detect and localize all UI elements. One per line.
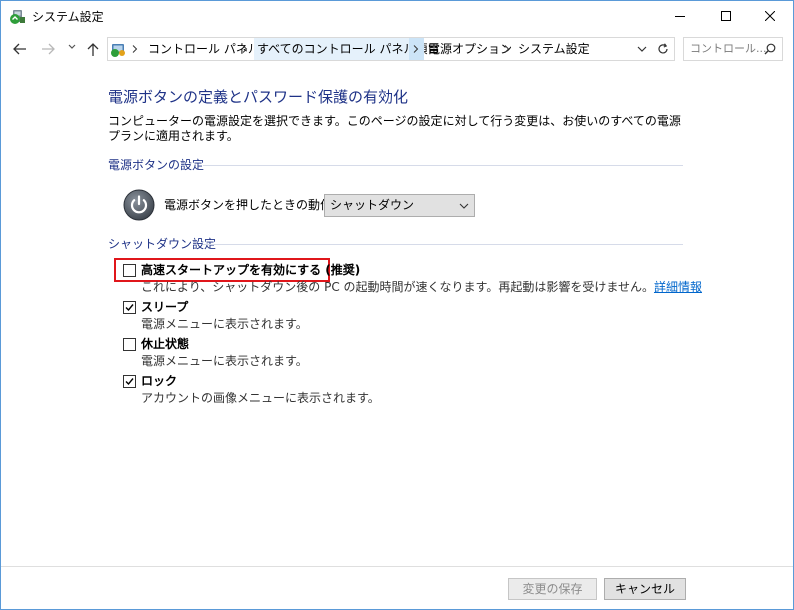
navigation-bar: コントロール パネル すべてのコントロール パネル項目 電源オプション システム… bbox=[1, 32, 793, 66]
sleep-label[interactable]: スリープ bbox=[141, 300, 188, 315]
close-button[interactable] bbox=[747, 1, 793, 32]
save-changes-button[interactable]: 変更の保存 bbox=[508, 578, 597, 600]
up-button[interactable] bbox=[84, 40, 104, 58]
sleep-description: 電源メニューに表示されます。 bbox=[141, 317, 308, 331]
forward-button[interactable] bbox=[38, 40, 58, 58]
power-icon bbox=[123, 189, 155, 221]
close-icon bbox=[765, 11, 775, 21]
hibernate-checkbox[interactable] bbox=[123, 338, 136, 351]
cancel-button[interactable]: キャンセル bbox=[604, 578, 686, 600]
lock-description: アカウントの画像メニューに表示されます。 bbox=[141, 391, 380, 405]
power-button-action-value: シャットダウン bbox=[330, 198, 415, 212]
footer-bar: 変更の保存 キャンセル bbox=[1, 566, 793, 609]
section-divider bbox=[203, 244, 683, 245]
breadcrumb-separator[interactable] bbox=[501, 42, 513, 56]
page-description: コンピューターの電源設定を選択できます。このページの設定に対して行う変更は、お使… bbox=[108, 114, 681, 143]
chevron-down-icon[interactable] bbox=[635, 42, 649, 56]
fast-startup-description-text: これにより、シャットダウン後の PC の起動時間が速くなります。再起動は影響を受… bbox=[141, 280, 654, 294]
search-placeholder: コントロール... bbox=[690, 42, 767, 55]
search-icon bbox=[764, 43, 776, 55]
breadcrumb-separator[interactable] bbox=[129, 42, 141, 56]
page-title: 電源ボタンの定義とパスワード保護の有効化 bbox=[108, 88, 409, 106]
section-divider bbox=[203, 165, 683, 166]
fast-startup-description: これにより、シャットダウン後の PC の起動時間が速くなります。再起動は影響を受… bbox=[141, 280, 702, 295]
breadcrumb-item-power-options[interactable]: 電源オプション bbox=[428, 42, 512, 57]
power-options-icon bbox=[10, 10, 25, 24]
chevron-right-icon bbox=[242, 45, 248, 53]
sleep-checkbox[interactable] bbox=[123, 301, 136, 314]
breadcrumb-separator[interactable] bbox=[239, 42, 251, 56]
fast-startup-label[interactable]: 高速スタートアップを有効にする (推奨) bbox=[141, 263, 360, 278]
recent-locations-button[interactable] bbox=[65, 41, 85, 59]
maximize-button[interactable] bbox=[703, 1, 749, 32]
back-arrow-icon bbox=[13, 43, 26, 55]
recent-locations-icon bbox=[68, 44, 76, 49]
shutdown-section-title: シャットダウン設定 bbox=[108, 237, 217, 251]
system-settings-window: システム設定 コントロール パネル すべてのコントロール パネル項目 電源オプシ… bbox=[0, 0, 794, 610]
power-button-action-label: 電源ボタンを押したときの動作: bbox=[164, 198, 337, 212]
minimize-button[interactable] bbox=[657, 1, 703, 32]
main-content: 電源ボタンの定義とパスワード保護の有効化 コンピューターの電源設定を選択できます… bbox=[1, 66, 793, 566]
breadcrumb-item-system-settings[interactable]: システム設定 bbox=[518, 42, 590, 57]
power-button-action-select[interactable]: シャットダウン bbox=[324, 194, 475, 217]
lock-checkbox[interactable] bbox=[123, 375, 136, 388]
chevron-right-icon bbox=[504, 45, 510, 53]
forward-arrow-icon bbox=[42, 43, 55, 55]
power-button-section-title: 電源ボタンの設定 bbox=[108, 158, 205, 172]
maximize-icon bbox=[721, 11, 731, 21]
up-arrow-icon bbox=[87, 43, 99, 56]
hibernate-description: 電源メニューに表示されます。 bbox=[141, 354, 308, 368]
lock-label[interactable]: ロック bbox=[141, 374, 177, 389]
learn-more-link[interactable]: 詳細情報 bbox=[654, 280, 702, 294]
checkmark-icon bbox=[125, 378, 134, 386]
minimize-icon bbox=[675, 16, 685, 17]
fast-startup-checkbox[interactable] bbox=[123, 264, 136, 277]
address-bar[interactable]: コントロール パネル すべてのコントロール パネル項目 電源オプション システム… bbox=[107, 37, 655, 61]
breadcrumb-separator-active[interactable] bbox=[409, 38, 424, 60]
chevron-right-icon bbox=[132, 45, 138, 53]
refresh-icon bbox=[658, 43, 668, 54]
chevron-down-icon bbox=[459, 203, 469, 209]
window-title: システム設定 bbox=[32, 10, 104, 24]
refresh-button[interactable] bbox=[653, 37, 675, 61]
search-box[interactable]: コントロール... bbox=[683, 37, 783, 61]
chevron-right-icon bbox=[413, 45, 419, 53]
title-bar: システム設定 bbox=[1, 1, 793, 32]
control-panel-icon bbox=[111, 44, 125, 57]
back-button[interactable] bbox=[10, 40, 30, 58]
checkmark-icon bbox=[125, 304, 134, 312]
hibernate-label[interactable]: 休止状態 bbox=[141, 337, 189, 352]
